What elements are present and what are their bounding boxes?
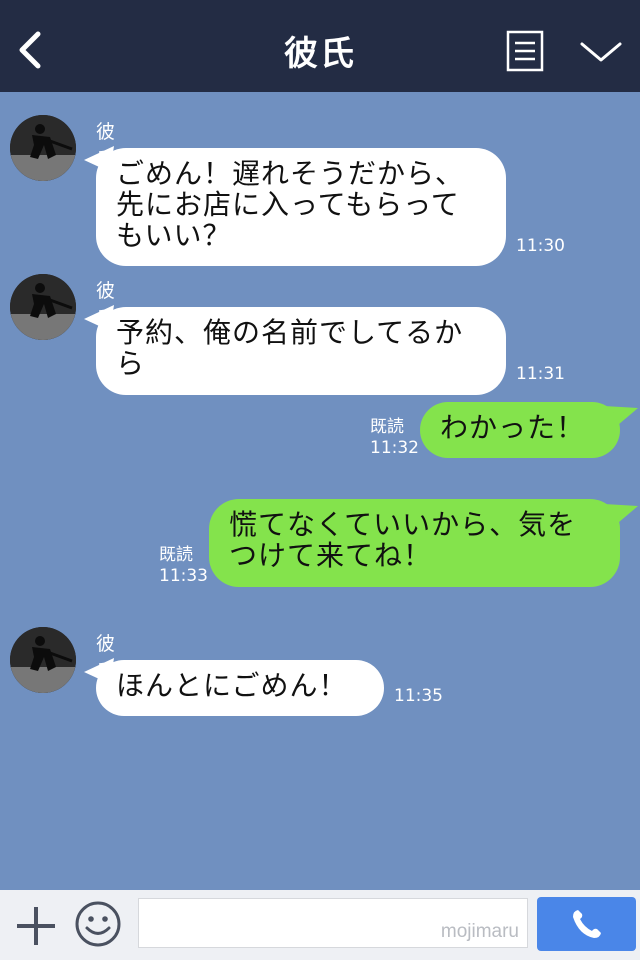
message-bubble[interactable]: ごめん！遅れそうだから、先にお店に入ってもらってもいい？ [96, 148, 506, 266]
message-bubble[interactable]: 慌てなくていいから、気をつけて来てね！ [209, 499, 620, 587]
smile-icon [75, 901, 121, 947]
emoji-button[interactable] [74, 900, 122, 948]
read-receipt: 既読 11:32 [370, 417, 419, 459]
read-label: 既読 [370, 417, 404, 437]
message-text: ほんとにごめん！ [116, 669, 348, 702]
input-bar: mojimaru [0, 890, 640, 960]
avatar[interactable] [10, 274, 76, 340]
chevron-down-icon [580, 42, 622, 62]
read-receipt: 既読 11:33 [159, 545, 208, 587]
message-bubble[interactable]: ほんとにごめん！ [96, 660, 384, 716]
message-time: 11:35 [394, 686, 443, 706]
message-input[interactable]: mojimaru [138, 898, 528, 948]
plus-icon [17, 907, 55, 945]
message-bubble[interactable]: わかった！ [420, 402, 620, 458]
add-button[interactable] [14, 904, 58, 948]
message-text: 予約、俺の名前でしてるから [116, 316, 464, 380]
call-button[interactable] [537, 897, 636, 951]
message-text: わかった！ [440, 411, 586, 444]
input-placeholder: mojimaru [440, 921, 519, 942]
message-time: 11:32 [370, 438, 419, 458]
memo-icon [506, 30, 544, 72]
memo-button[interactable] [506, 30, 544, 74]
message-text: 慌てなくていいから、気をつけて来てね！ [229, 508, 577, 572]
read-label: 既読 [159, 545, 193, 565]
avatar[interactable] [10, 627, 76, 693]
message-time: 11:33 [159, 566, 208, 586]
menu-toggle-button[interactable] [578, 36, 624, 68]
message-time: 11:31 [516, 364, 565, 384]
message-bubble[interactable]: 予約、俺の名前でしてるから [96, 307, 506, 395]
message-time: 11:30 [516, 236, 565, 256]
chat-title: 彼氏 [284, 34, 356, 74]
phone-icon [573, 910, 601, 938]
avatar[interactable] [10, 115, 76, 181]
chat-header: 彼氏 [0, 0, 640, 92]
message-text: ごめん！遅れそうだから、先にお店に入ってもらってもいい？ [116, 157, 465, 252]
